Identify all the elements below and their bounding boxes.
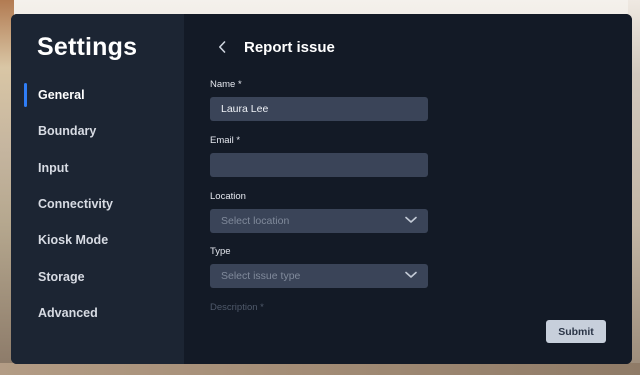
type-label: Type [210, 246, 231, 257]
location-select[interactable]: Select location [210, 209, 428, 233]
sidebar-item-label: Boundary [38, 124, 97, 139]
settings-title: Settings [37, 33, 138, 61]
description-label: Description * [210, 302, 264, 313]
chevron-left-icon [219, 41, 226, 53]
email-field[interactable] [210, 153, 428, 177]
sidebar-item-storage[interactable]: Storage [11, 258, 184, 294]
chevron-down-icon [405, 216, 417, 223]
sidebar-item-input[interactable]: Input [11, 150, 184, 186]
sidebar-item-label: Advanced [38, 305, 98, 320]
main-panel: Report issue Name * Laura Lee Email * Lo… [184, 14, 632, 364]
page-title: Report issue [244, 39, 335, 56]
sidebar-item-label: Storage [38, 269, 85, 284]
sidebar-item-label: Input [38, 160, 69, 175]
back-button[interactable] [214, 38, 230, 56]
sidebar-item-boundary[interactable]: Boundary [11, 113, 184, 149]
submit-button[interactable]: Submit [546, 320, 606, 343]
background-scene-bottom [0, 363, 640, 375]
sidebar-item-advanced[interactable]: Advanced [11, 295, 184, 331]
settings-window: Settings General Boundary Input Connecti… [11, 14, 632, 364]
sidebar-item-general[interactable]: General [11, 77, 184, 113]
email-label: Email * [210, 135, 241, 146]
sidebar-item-label: Kiosk Mode [38, 233, 109, 248]
type-select[interactable]: Select issue type [210, 264, 428, 288]
type-placeholder: Select issue type [221, 270, 301, 282]
chevron-down-icon [405, 271, 417, 278]
name-value: Laura Lee [221, 103, 269, 115]
location-label: Location [210, 191, 246, 202]
sidebar: Settings General Boundary Input Connecti… [11, 14, 184, 364]
sidebar-item-kiosk-mode[interactable]: Kiosk Mode [11, 222, 184, 258]
location-placeholder: Select location [221, 215, 290, 227]
sidebar-item-label: General [38, 88, 85, 103]
name-field[interactable]: Laura Lee [210, 97, 428, 121]
sidebar-item-label: Connectivity [38, 197, 114, 212]
name-label: Name * [210, 79, 242, 90]
sidebar-nav: General Boundary Input Connectivity Kios… [11, 77, 184, 331]
sidebar-item-connectivity[interactable]: Connectivity [11, 186, 184, 222]
